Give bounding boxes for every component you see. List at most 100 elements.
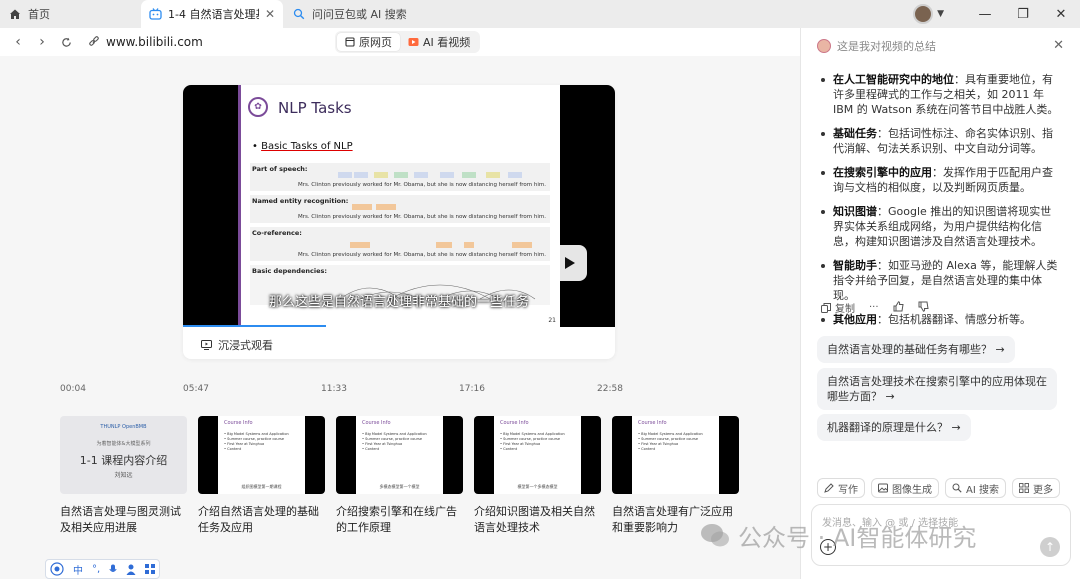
- reload-icon: [61, 37, 71, 47]
- search-icon: [952, 483, 962, 493]
- chapter-title[interactable]: 介绍搜索引擎和在线广告的工作原理: [336, 504, 461, 536]
- thumbnail-lines: • Big Model Systems and Application • Sum…: [638, 432, 703, 451]
- timeline-time[interactable]: 05:47: [183, 384, 209, 394]
- suggested-question[interactable]: 自然语言处理的基础任务有哪些？ →: [817, 336, 1015, 363]
- close-window-button[interactable]: ✕: [1042, 0, 1080, 28]
- thumbnail-lines: • Big Model Systems and Application • Sum…: [224, 432, 289, 451]
- image-icon: [878, 483, 888, 493]
- list-item: 知识图谱：Google 推出的知识图谱将现实世界实体关系组成网络，为用户提供结构…: [821, 204, 1061, 249]
- reload-button[interactable]: [54, 30, 78, 54]
- original-page-label: 原网页: [359, 36, 392, 49]
- home-icon: [8, 7, 22, 21]
- ai-watch-button[interactable]: AI 看视频: [400, 33, 478, 51]
- plus-icon[interactable]: +: [820, 539, 836, 555]
- ai-summary-panel: 这是我对视频的总结 ✕ 在人工智能研究中的地位：具有重要地位，有许多里程碑式的工…: [800, 28, 1080, 579]
- chapter-title[interactable]: 介绍知识图谱及相关自然语言处理技术: [474, 504, 599, 536]
- list-item: 在人工智能研究中的地位：具有重要地位，有许多里程碑式的工作与之相关，如 2011…: [821, 72, 1061, 117]
- search-icon: [292, 7, 306, 21]
- write-skill-button[interactable]: 写作: [817, 478, 865, 498]
- list-item: 在搜索引擎中的应用：发挥作用于匹配用户查询与文档的相似度，以及判断网页质量。: [821, 165, 1061, 195]
- thumbnail-title: Course Info: [224, 420, 253, 426]
- ime-chinese-toggle[interactable]: 中: [73, 562, 83, 577]
- original-page-button[interactable]: 原网页: [337, 33, 400, 51]
- timeline-time[interactable]: 11:33: [321, 384, 347, 394]
- thumbnail-subtitle: 为着智能体&大模型系列: [96, 441, 151, 447]
- video-icon: [408, 38, 419, 46]
- tab-video-label: 1-4 自然语言处理基础: [168, 8, 259, 21]
- more-skills-button[interactable]: 更多: [1011, 478, 1060, 498]
- tab-video[interactable]: 1-4 自然语言处理基础 ✕: [141, 0, 283, 28]
- grid-icon[interactable]: [145, 564, 156, 574]
- ime-logo-icon[interactable]: [50, 562, 64, 576]
- timeline-time[interactable]: 22:58: [597, 384, 623, 394]
- punctuation-icon[interactable]: °,: [92, 564, 100, 575]
- ai-search-label: AI 搜索: [966, 484, 999, 496]
- chapter-thumbnail[interactable]: Course Info • Big Model Systems and Appl…: [336, 416, 463, 494]
- tab-home[interactable]: 首页: [0, 0, 140, 28]
- bilibili-icon: [149, 7, 162, 21]
- chat-input-placeholder: 发消息、输入 @ 或 / 选择技能: [822, 518, 959, 529]
- summary-list: 在人工智能研究中的地位：具有重要地位，有许多里程碑式的工作与之相关，如 2011…: [821, 72, 1061, 336]
- link-icon: [89, 36, 99, 46]
- thumbnail-author: 刘知远: [114, 472, 133, 479]
- view-toggle: 原网页 AI 看视频: [335, 31, 481, 53]
- page-icon: [345, 37, 355, 47]
- skill-toolbar: 写作 图像生成 AI 搜索 更多: [817, 478, 1060, 498]
- ai-watch-label: AI 看视频: [423, 36, 471, 49]
- suggested-question[interactable]: 自然语言处理技术在搜索引擎中的应用体现在哪些方面？ →: [817, 368, 1057, 410]
- chapter-thumbnail[interactable]: Course Info • Big Model Systems and Appl…: [612, 416, 739, 494]
- send-button[interactable]: ↑: [1040, 537, 1060, 557]
- tab-strip: 首页 1-4 自然语言处理基础 ✕ 问问豆包或 AI 搜索 ▼ — ❐ ✕: [0, 0, 1080, 28]
- more-button[interactable]: ···: [869, 302, 879, 313]
- copy-label: 复制: [835, 304, 855, 315]
- chapter-thumbnail[interactable]: Course Info • Big Model Systems and Appl…: [474, 416, 601, 494]
- user-icon[interactable]: [126, 564, 136, 575]
- ai-search-button[interactable]: AI 搜索: [945, 478, 1006, 498]
- back-button[interactable]: ‹: [6, 30, 30, 54]
- pen-icon: [824, 483, 834, 493]
- tab-search-label: 问问豆包或 AI 搜索: [312, 8, 407, 21]
- close-icon[interactable]: ✕: [1053, 38, 1064, 53]
- grid-icon: [1019, 483, 1029, 493]
- tab-search[interactable]: 问问豆包或 AI 搜索: [284, 0, 444, 28]
- image-generate-button[interactable]: 图像生成: [871, 478, 939, 498]
- copy-button[interactable]: 复制: [821, 300, 855, 315]
- url-field[interactable]: www.bilibili.com: [88, 35, 203, 49]
- summary-header-text: 这是我对视频的总结: [837, 40, 936, 53]
- minimize-button[interactable]: —: [966, 0, 1004, 28]
- more-skills-label: 更多: [1032, 484, 1053, 496]
- write-skill-label: 写作: [838, 484, 858, 496]
- microphone-icon[interactable]: [109, 564, 117, 575]
- thumbnail-title: Course Info: [638, 420, 667, 426]
- summary-header: 这是我对视频的总结: [817, 38, 936, 54]
- suggested-question[interactable]: 机器翻译的原理是什么？ →: [817, 414, 971, 441]
- maximize-button[interactable]: ❐: [1004, 0, 1042, 28]
- image-generate-label: 图像生成: [892, 484, 932, 496]
- chapter-title[interactable]: 自然语言处理与图灵测试及相关应用进展: [60, 504, 185, 536]
- ime-toolbar: 中 °,: [45, 559, 161, 579]
- avatar[interactable]: [913, 4, 934, 24]
- url-text: www.bilibili.com: [106, 35, 203, 49]
- timeline-time[interactable]: 00:04: [60, 384, 86, 394]
- thumbs-down-icon[interactable]: [918, 301, 929, 315]
- chapter-thumbnail[interactable]: THUNLP OpenBMB 为着智能体&大模型系列 1-1 课程内容介绍 刘知…: [60, 416, 187, 494]
- thumbs-up-icon[interactable]: [893, 300, 904, 315]
- timeline-time[interactable]: 17:16: [459, 384, 485, 394]
- address-bar: ‹ › www.bilibili.com 原网页 AI 看视频: [0, 28, 800, 56]
- message-actions: 复制 ···: [821, 300, 929, 315]
- list-item: 基础任务：包括词性标注、命名实体识别、指代消解、句法关系识别、中文自动分词等。: [821, 126, 1061, 156]
- thumbnail-lines: • Big Model Systems and Application • Sum…: [500, 432, 565, 451]
- thumbnail-title: Course Info: [362, 420, 391, 426]
- chat-input[interactable]: 发消息、输入 @ 或 / 选择技能 + ↑: [811, 504, 1071, 566]
- assistant-avatar: [817, 39, 831, 53]
- video-panel: ✿ NLP Tasks • Basic Tasks of NLP Part of…: [0, 56, 800, 579]
- chapter-thumbnail[interactable]: Course Info • Big Model Systems and Appl…: [198, 416, 325, 494]
- chapter-title[interactable]: 自然语言处理有广泛应用和重要影响力: [612, 504, 737, 536]
- forward-button[interactable]: ›: [30, 30, 54, 54]
- chevron-down-icon[interactable]: ▼: [937, 9, 944, 19]
- list-item: 智能助手：如亚马逊的 Alexa 等，能理解人类指令并给予回复，是自然语言处理的…: [821, 258, 1061, 303]
- chapter-title[interactable]: 介绍自然语言处理的基础任务及应用: [198, 504, 323, 536]
- close-icon[interactable]: ✕: [265, 7, 275, 21]
- tab-home-label: 首页: [28, 8, 50, 21]
- thumbnail-logos: THUNLP OpenBMB: [100, 424, 147, 430]
